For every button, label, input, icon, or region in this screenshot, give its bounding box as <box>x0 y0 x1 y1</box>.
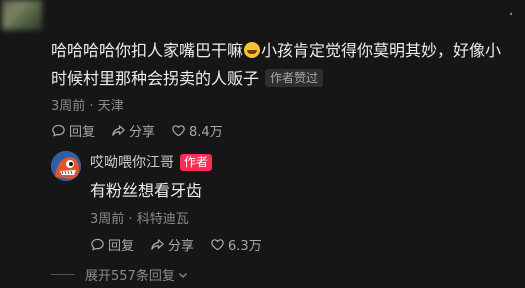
expand-replies-button[interactable]: 展开557条回复 <box>51 265 189 284</box>
reply-username[interactable]: 哎呦喂你江哥 <box>90 155 174 171</box>
author-badge: 作者 <box>180 154 213 171</box>
divider-line <box>51 274 75 275</box>
reply-username-row: 哎呦喂你江哥 作者 <box>90 152 213 172</box>
laughing-emoji-icon <box>244 42 261 58</box>
reply-bubble-icon <box>52 124 65 137</box>
comment-location: 天津 <box>97 99 124 114</box>
share-label: 分享 <box>168 239 195 254</box>
reply-share-button[interactable]: 分享 <box>150 235 194 254</box>
comment-time: 3周前 <box>51 99 86 114</box>
reply-actions: 回复 分享 6.3万 <box>90 235 262 254</box>
share-arrow-icon <box>112 125 125 136</box>
comment-like-button[interactable]: 8.4万 <box>171 121 223 140</box>
comment-body: 哈哈哈哈你扣人家嘴巴干嘛 小孩肯定觉得你莫明其妙，好像小时候村里那种会拐卖的人贩子… <box>51 37 513 93</box>
reply-avatar[interactable] <box>51 151 81 181</box>
chevron-down-icon <box>178 272 187 278</box>
more-options-icon[interactable]: · <box>508 4 515 25</box>
reply-label: 回复 <box>108 239 135 254</box>
like-count: 6.3万 <box>228 239 262 254</box>
comment-actions: 回复 分享 8.4万 <box>51 121 223 140</box>
like-count: 8.4万 <box>189 125 223 140</box>
expand-replies-label: 展开557条回复 <box>85 269 175 284</box>
reply-label: 回复 <box>69 125 96 140</box>
commenter-avatar[interactable] <box>2 0 42 30</box>
comment-meta: 3周前 · 天津 <box>51 95 124 114</box>
comment-share-button[interactable]: 分享 <box>111 121 155 140</box>
cartoon-avatar-icon <box>51 151 81 181</box>
meta-separator: · <box>128 212 137 227</box>
comment-reply-button[interactable]: 回复 <box>51 121 95 140</box>
heart-icon <box>211 239 224 251</box>
author-liked-tag: 作者赞过 <box>265 69 324 87</box>
reply-bubble-icon <box>91 238 104 251</box>
reply-body: 有粉丝想看牙齿 <box>90 181 203 200</box>
reply-location: 科特迪瓦 <box>136 212 189 227</box>
share-arrow-icon <box>151 239 164 250</box>
heart-icon <box>172 125 185 137</box>
reply-like-button[interactable]: 6.3万 <box>210 235 262 254</box>
reply-meta: 3周前 · 科特迪瓦 <box>90 208 189 227</box>
reply-time: 3周前 <box>90 212 125 227</box>
meta-separator: · <box>89 99 98 114</box>
reply-reply-button[interactable]: 回复 <box>90 235 134 254</box>
comment-text-part1: 哈哈哈哈你扣人家嘴巴干嘛 <box>51 41 244 60</box>
share-label: 分享 <box>129 125 156 140</box>
